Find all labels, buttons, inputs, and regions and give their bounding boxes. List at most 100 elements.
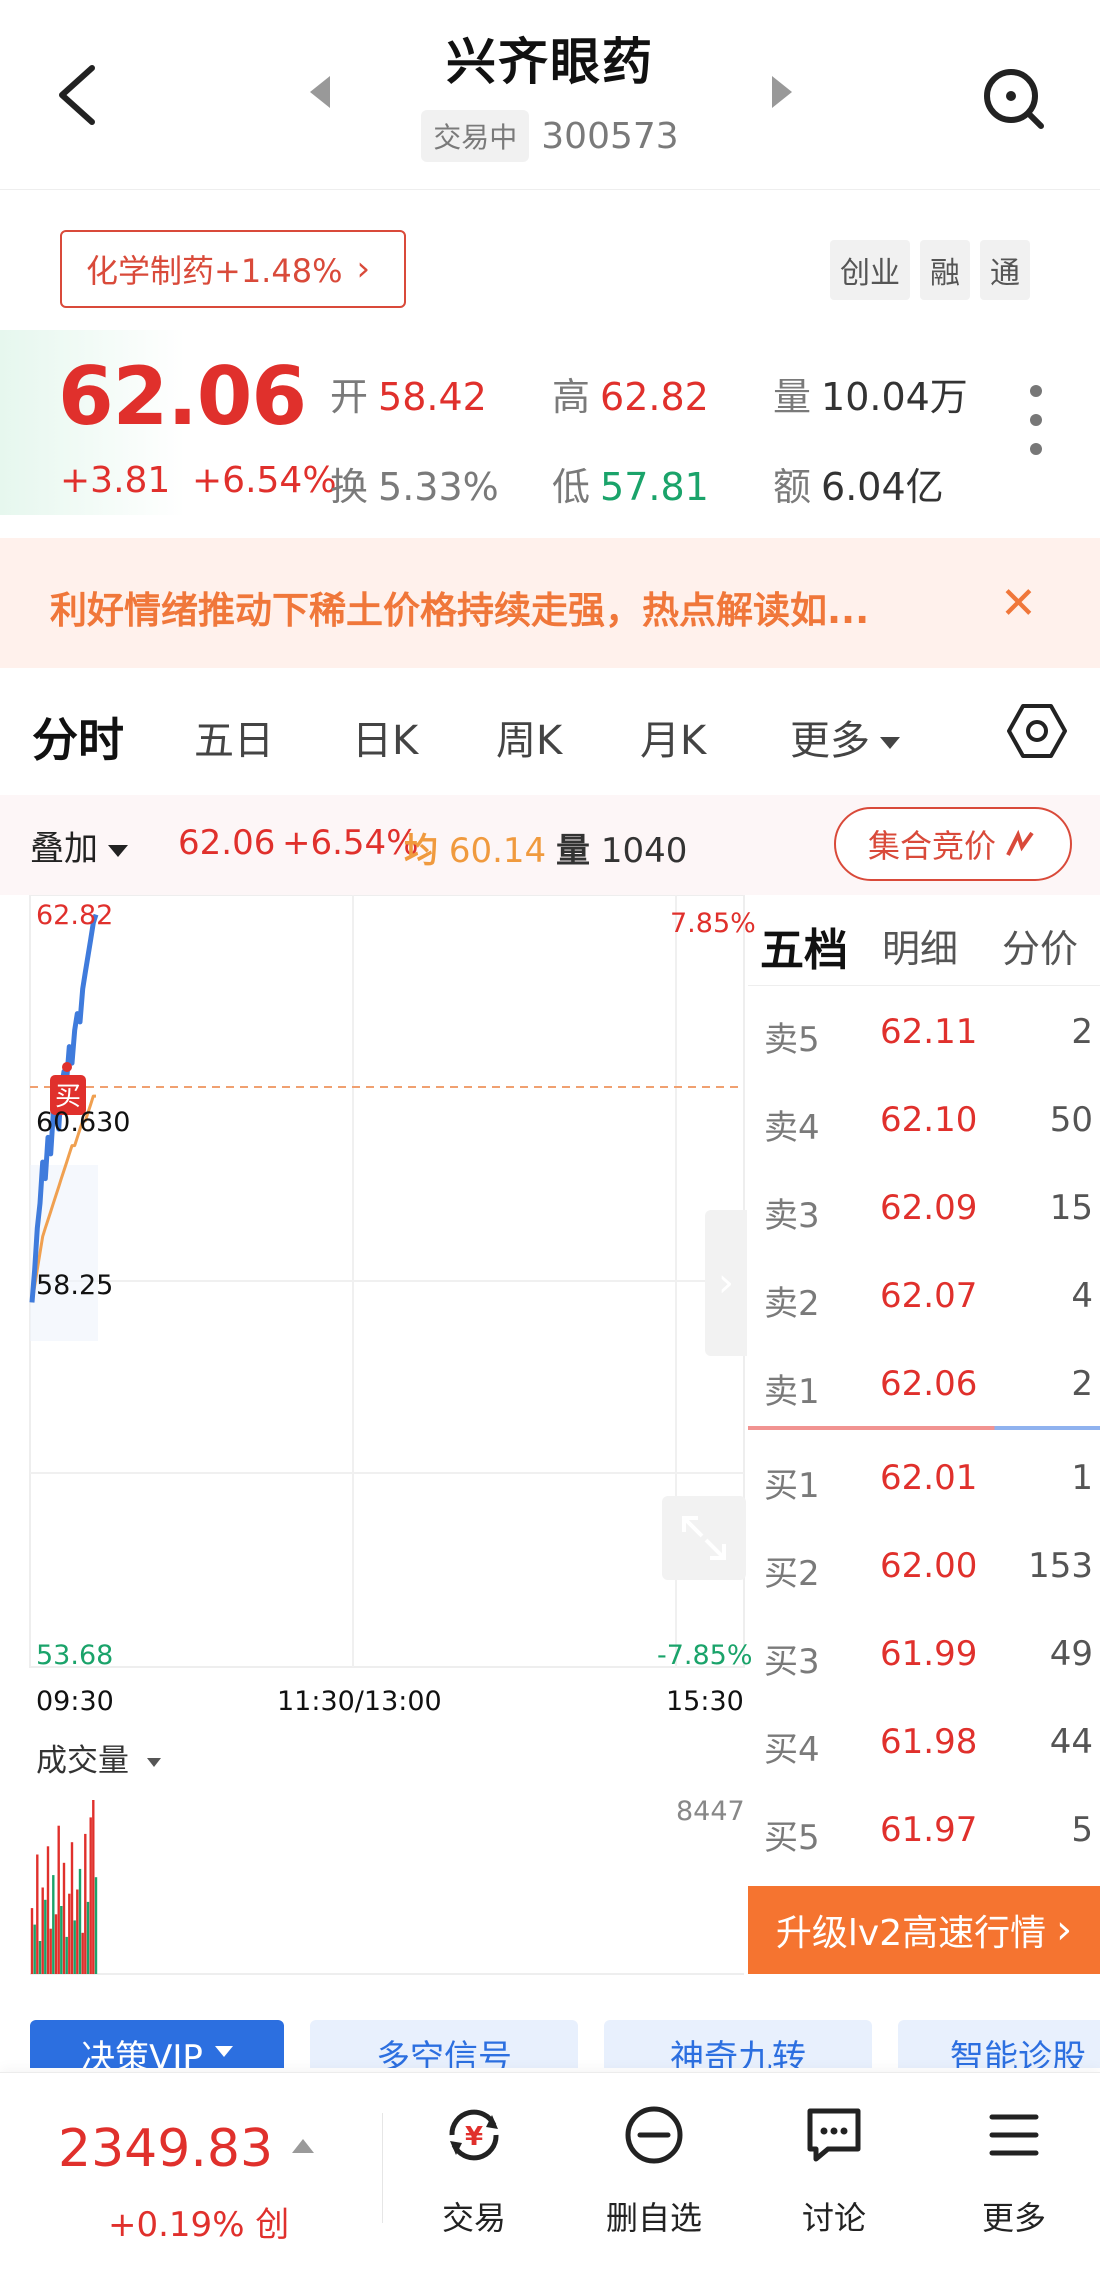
current-price: 62.06	[58, 350, 307, 443]
volume-bar	[89, 1817, 92, 1974]
tab-five-levels[interactable]: 五档	[760, 914, 848, 978]
volume-bar	[38, 1941, 42, 1974]
divider	[748, 985, 1100, 986]
feature-diagnosis[interactable]: 智能诊股	[898, 2020, 1100, 2068]
feature-long-short[interactable]: 多空信号	[310, 2020, 578, 2068]
y-axis-top: 62.82	[36, 900, 114, 931]
search-icon[interactable]	[975, 60, 1051, 136]
sector-label: 化学制药+1.48%	[86, 252, 343, 290]
bid-row[interactable]: 买3 61.99 49	[748, 1612, 1093, 1700]
caret-down-icon	[146, 1758, 161, 1767]
trading-status-badge: 交易中	[421, 110, 530, 162]
time-mid: 11:30/13:00	[277, 1686, 442, 1717]
market-tags: 创业 融 通	[830, 240, 1030, 300]
chevron-right-icon: ›	[356, 249, 371, 289]
volume-bar	[78, 1868, 82, 1974]
overlay-price: 62.06	[178, 823, 276, 863]
volume-bar	[81, 1932, 84, 1974]
volume-bar	[33, 1924, 36, 1974]
volume: 量 10.04万	[773, 375, 968, 419]
caret-down-icon	[108, 844, 128, 857]
tag-chinext[interactable]: 创业	[830, 240, 910, 300]
volume-bar	[86, 1901, 90, 1974]
tab-more[interactable]: 更多	[790, 708, 900, 766]
period-tabs: 分时 五日 日K 周K 月K 更多	[0, 690, 1100, 790]
pct-axis-top: 7.85%	[670, 908, 756, 939]
ask-row[interactable]: 卖4 62.10 50	[748, 1078, 1093, 1166]
orderbook-tabs: 五档 明细 分价	[748, 900, 1100, 990]
volume-dropdown[interactable]: 成交量	[36, 1735, 161, 1780]
volume-bar	[54, 1914, 58, 1974]
stock-code-row: 交易中 300573	[0, 110, 1100, 162]
bid-ask-ratio-bar	[748, 1426, 1100, 1430]
volume-bar	[65, 1936, 68, 1974]
index-value[interactable]: 2349.83	[58, 2119, 273, 2179]
tab-weekly-k[interactable]: 周K	[496, 708, 562, 766]
trade-icon: ¥	[449, 2109, 499, 2161]
auction-button[interactable]: 集合竞价	[834, 807, 1072, 881]
overlay-dropdown[interactable]: 叠加	[30, 821, 128, 870]
ask-row[interactable]: 卖1 62.06 2	[748, 1342, 1093, 1430]
volume-layer	[30, 1800, 98, 1974]
volume-bar	[57, 1825, 60, 1974]
tab-five-day[interactable]: 五日	[194, 708, 274, 766]
more-button[interactable]: 更多	[949, 2103, 1079, 2253]
stock-code: 300573	[541, 115, 679, 157]
upgrade-l2-button[interactable]: 升级lv2高速行情 ›	[748, 1886, 1100, 1974]
bid-row[interactable]: 买1 62.01 1	[748, 1436, 1093, 1524]
bid-row[interactable]: 买2 62.00 153	[748, 1524, 1093, 1612]
volume-bar	[68, 1893, 71, 1974]
volume-bar	[92, 1800, 95, 1974]
high-price: 高 62.82	[552, 375, 709, 419]
next-stock-icon[interactable]	[762, 72, 802, 112]
volume-bar	[70, 1842, 74, 1974]
overlay-avg: 均 60.14	[404, 831, 547, 871]
expand-orderbook-handle[interactable]: ›	[705, 1210, 747, 1356]
feature-vip[interactable]: 决策VIP	[30, 2020, 284, 2068]
volume-bar	[84, 1833, 87, 1974]
volume-bar	[76, 1889, 79, 1974]
bottom-bar: 2349.83 +0.19% 创 ¥ 交易 删自选 讨论 更多	[0, 2072, 1100, 2274]
auction-icon	[1006, 829, 1034, 856]
volume-chart	[30, 1800, 744, 1975]
sector-button[interactable]: 化学制药+1.48% ›	[60, 230, 406, 308]
feature-nine-turn[interactable]: 神奇九转	[604, 2020, 872, 2068]
y-axis-bottom: 53.68	[36, 1640, 114, 1671]
ask-row[interactable]: 卖2 62.07 4	[748, 1254, 1093, 1342]
chevron-right-icon: ›	[1056, 1907, 1073, 1953]
svg-text:¥: ¥	[465, 2122, 483, 2152]
tab-price-dist[interactable]: 分价	[1002, 918, 1078, 973]
overlay-pct: +6.54%	[282, 823, 419, 863]
remove-watchlist-button[interactable]: 删自选	[589, 2103, 719, 2253]
y-axis-mid: 60.630	[36, 1107, 131, 1138]
bid-row[interactable]: 买4 61.98 44	[748, 1700, 1093, 1788]
page-title: 兴齐眼药	[446, 33, 654, 91]
index-change: +0.19% 创	[108, 2205, 290, 2245]
chevron-right-icon: ›	[718, 1260, 734, 1306]
time-start: 09:30	[36, 1686, 114, 1717]
price-change: +3.81	[60, 460, 171, 501]
overlay-bar: 叠加 62.06 +6.54% 均 60.14 量 1040 集合竞价	[0, 795, 1100, 895]
tag-connect[interactable]: 通	[980, 240, 1030, 300]
feature-strip: 决策VIP 多空信号 神奇九转 智能诊股	[0, 2020, 1100, 2068]
ask-row[interactable]: 卖5 62.11 2	[748, 990, 1093, 1078]
tag-margin[interactable]: 融	[920, 240, 970, 300]
tab-daily-k[interactable]: 日K	[352, 708, 418, 766]
news-banner[interactable]: 利好情绪推动下稀土价格持续走强，热点解读如... ✕	[0, 538, 1100, 668]
bid-row[interactable]: 买5 61.97 5	[748, 1788, 1093, 1876]
pct-axis-bottom: -7.85%	[657, 1640, 753, 1671]
ask-row[interactable]: 卖3 62.09 15	[748, 1166, 1093, 1254]
tab-monthly-k[interactable]: 月K	[640, 708, 706, 766]
more-options-icon[interactable]	[1026, 385, 1046, 455]
close-icon[interactable]: ✕	[1000, 578, 1037, 629]
fullscreen-icon[interactable]	[662, 1496, 746, 1580]
trade-button[interactable]: ¥ 交易	[409, 2103, 539, 2253]
tab-detail[interactable]: 明细	[882, 918, 958, 973]
discuss-button[interactable]: 讨论	[769, 2103, 899, 2253]
price-change-pct: +6.54%	[192, 460, 337, 501]
tab-intraday[interactable]: 分时	[32, 704, 124, 770]
divider	[382, 2113, 383, 2223]
chat-icon	[807, 2108, 861, 2162]
low-price: 低 57.81	[552, 465, 709, 509]
chart-settings-icon[interactable]	[1006, 700, 1068, 762]
